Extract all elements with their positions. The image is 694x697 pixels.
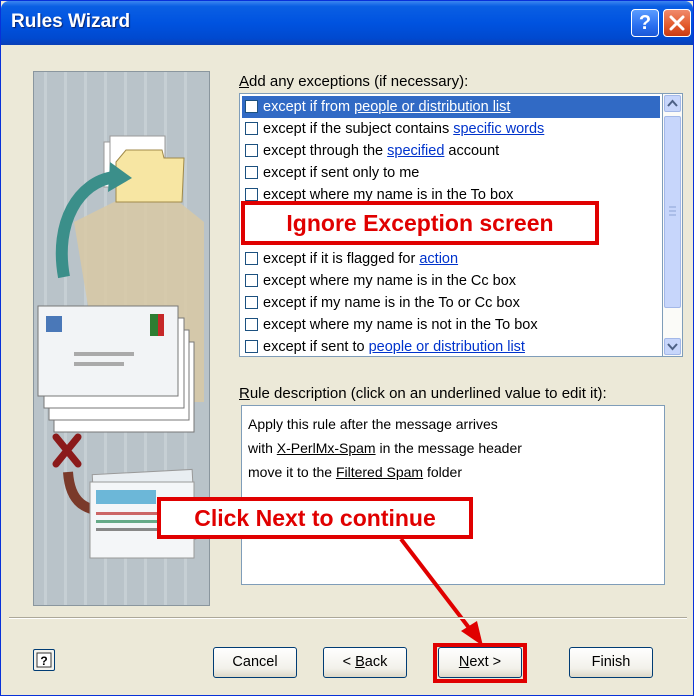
back-button[interactable]: < Back: [323, 647, 407, 678]
callout-arrow: [399, 537, 483, 646]
svg-text:?: ?: [40, 654, 47, 668]
help-icon: ?: [36, 652, 52, 668]
separator: [9, 617, 687, 619]
finish-button[interactable]: Finish: [569, 647, 653, 678]
cancel-button[interactable]: Cancel: [213, 647, 297, 678]
rules-wizard-window: Rules Wizard ? Add any exceptions (if ne…: [0, 0, 694, 696]
next-button-highlight: [433, 643, 527, 683]
help-button[interactable]: ?: [33, 649, 55, 671]
